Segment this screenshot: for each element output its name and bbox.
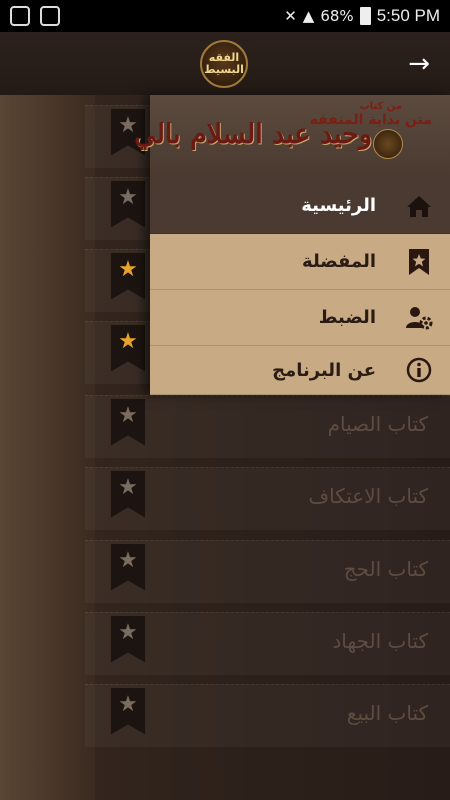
bookmark-star-icon[interactable]: ★ — [110, 543, 146, 591]
author-calligraphy: وحيد عبد السلام بالي — [134, 119, 372, 150]
bookmark-star-icon[interactable]: ★ — [110, 615, 146, 663]
list-item[interactable]: ★ كتاب الجهاد — [85, 612, 450, 675]
menu-item-about[interactable]: عن البرنامج — [150, 346, 450, 395]
list-item-title: كتاب البيع — [346, 701, 428, 725]
list-item[interactable]: ★ كتاب البيع — [85, 684, 450, 747]
bookmark-star-icon[interactable]: ★ — [110, 398, 146, 446]
list-item-title: كتاب الجهاد — [332, 629, 428, 653]
drawer-header: من كتاب متن بداية المتفقه وحيد عبد السلا… — [134, 95, 450, 178]
status-bar: ✕ ▲ 68% 5:50 PM — [0, 0, 450, 32]
notification-icon — [10, 6, 30, 26]
bookmark-star-icon[interactable]: ★ — [110, 180, 146, 228]
list-item[interactable]: ★ كتاب الصيام — [85, 395, 450, 458]
menu-item-home[interactable]: الرئيسية — [150, 178, 450, 234]
list-item[interactable]: ★ كتاب الاعتكاف — [85, 467, 450, 530]
bookmark-star-icon[interactable]: ★ — [110, 324, 146, 372]
menu-item-favorites[interactable]: المفضلة — [150, 234, 450, 290]
list-item-title: كتاب الاعتكاف — [308, 484, 428, 508]
menu-item-label: عن البرنامج — [272, 359, 376, 381]
drawer-subtitle: من كتاب — [359, 101, 402, 112]
signal-icon: ▲ — [302, 7, 315, 25]
mute-icon: ✕ — [284, 7, 297, 25]
arrow-right-icon[interactable]: → — [408, 51, 430, 77]
info-icon — [402, 353, 436, 387]
battery-percent: 68% — [320, 7, 354, 25]
navigation-drawer: من كتاب متن بداية المتفقه وحيد عبد السلا… — [134, 95, 450, 395]
bookmark-star-icon — [402, 245, 436, 279]
menu-item-label: الرئيسية — [301, 195, 376, 216]
menu-item-label: الضبط — [318, 307, 376, 328]
app-logo: الفقه البسيط — [200, 40, 248, 88]
list-item-title: كتاب الصيام — [327, 412, 428, 436]
bookmark-star-icon[interactable]: ★ — [110, 252, 146, 300]
list-item[interactable]: ★ كتاب الحج — [85, 540, 450, 603]
clipboard-icon — [40, 6, 60, 26]
bookmark-star-icon[interactable]: ★ — [110, 687, 146, 735]
clock: 5:50 PM — [376, 6, 440, 25]
left-shade — [0, 95, 95, 800]
menu-item-settings[interactable]: الضبط — [150, 290, 450, 346]
drawer-logo — [373, 129, 403, 159]
home-icon — [402, 189, 436, 223]
user-settings-icon — [402, 301, 436, 335]
app-toolbar: الفقه البسيط → — [0, 32, 450, 95]
battery-icon — [359, 7, 371, 25]
list-item-title: كتاب الحج — [343, 557, 428, 581]
menu-item-label: المفضلة — [302, 251, 376, 272]
bookmark-star-icon[interactable]: ★ — [110, 470, 146, 518]
